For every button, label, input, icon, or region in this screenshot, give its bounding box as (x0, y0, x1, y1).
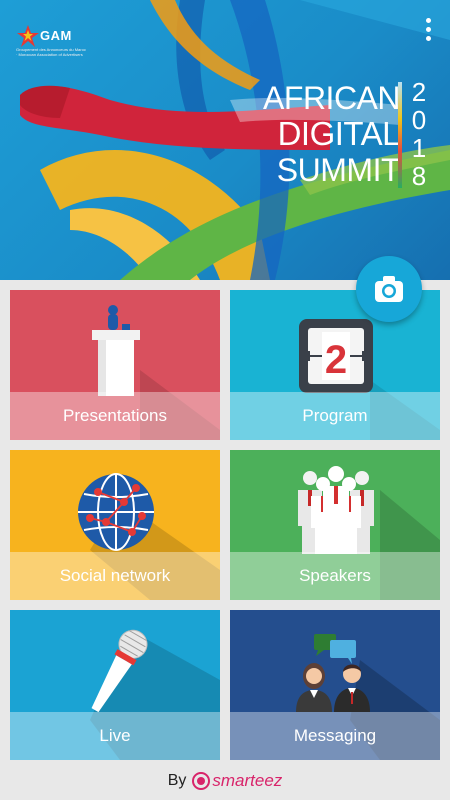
tile-live[interactable]: Live (10, 610, 220, 760)
summit-banner: GAM Groupement des Annonceurs du Maroc ·… (0, 0, 450, 280)
speakers-icon (298, 466, 374, 554)
tile-label: Live (99, 726, 131, 745)
tile-messaging[interactable]: Messaging (230, 610, 440, 760)
tile-presentations[interactable]: Presentations (10, 290, 220, 440)
summit-title: AFRICAN DIGITAL SUMMIT (250, 80, 400, 188)
footer-credits: By smarteez (0, 762, 450, 800)
footer-by-text: By (167, 772, 187, 789)
tile-label: Messaging (293, 726, 377, 745)
tile-speakers[interactable]: Speakers (230, 450, 440, 600)
tile-social-network[interactable]: Social network (10, 450, 220, 600)
smarteez-logo-icon (192, 772, 211, 790)
tile-label: Speakers (299, 566, 371, 585)
camera-button[interactable] (356, 256, 422, 322)
star-logo-icon (17, 25, 39, 47)
tile-label: Social network (59, 566, 171, 585)
gam-logo-subtitle: Groupement des Annonceurs du Maroc · Mor… (16, 47, 86, 57)
microphone-icon (91, 629, 148, 713)
gam-logo-name: GAM (40, 28, 72, 43)
title-line-summit: SUMMIT (276, 152, 401, 188)
footer-brand-link[interactable]: smarteez (212, 771, 282, 791)
podium-icon (92, 305, 140, 396)
camera-icon (375, 276, 403, 302)
calendar-number: 2 (325, 338, 347, 382)
tile-label: Program (302, 406, 368, 425)
year-color-bar (398, 82, 402, 188)
chat-people-icon (296, 634, 370, 712)
title-line-african: AFRICAN (263, 80, 400, 116)
tile-label: Presentations (63, 406, 167, 425)
more-vert-icon[interactable] (420, 18, 436, 46)
gam-logo: GAM Groupement des Annonceurs du Maroc ·… (16, 14, 86, 60)
summit-year: 2 0 1 8 (411, 77, 427, 191)
globe-network-icon (78, 473, 154, 551)
calendar-icon: 2 (299, 319, 373, 393)
title-line-digital: DIGITAL (277, 115, 401, 152)
